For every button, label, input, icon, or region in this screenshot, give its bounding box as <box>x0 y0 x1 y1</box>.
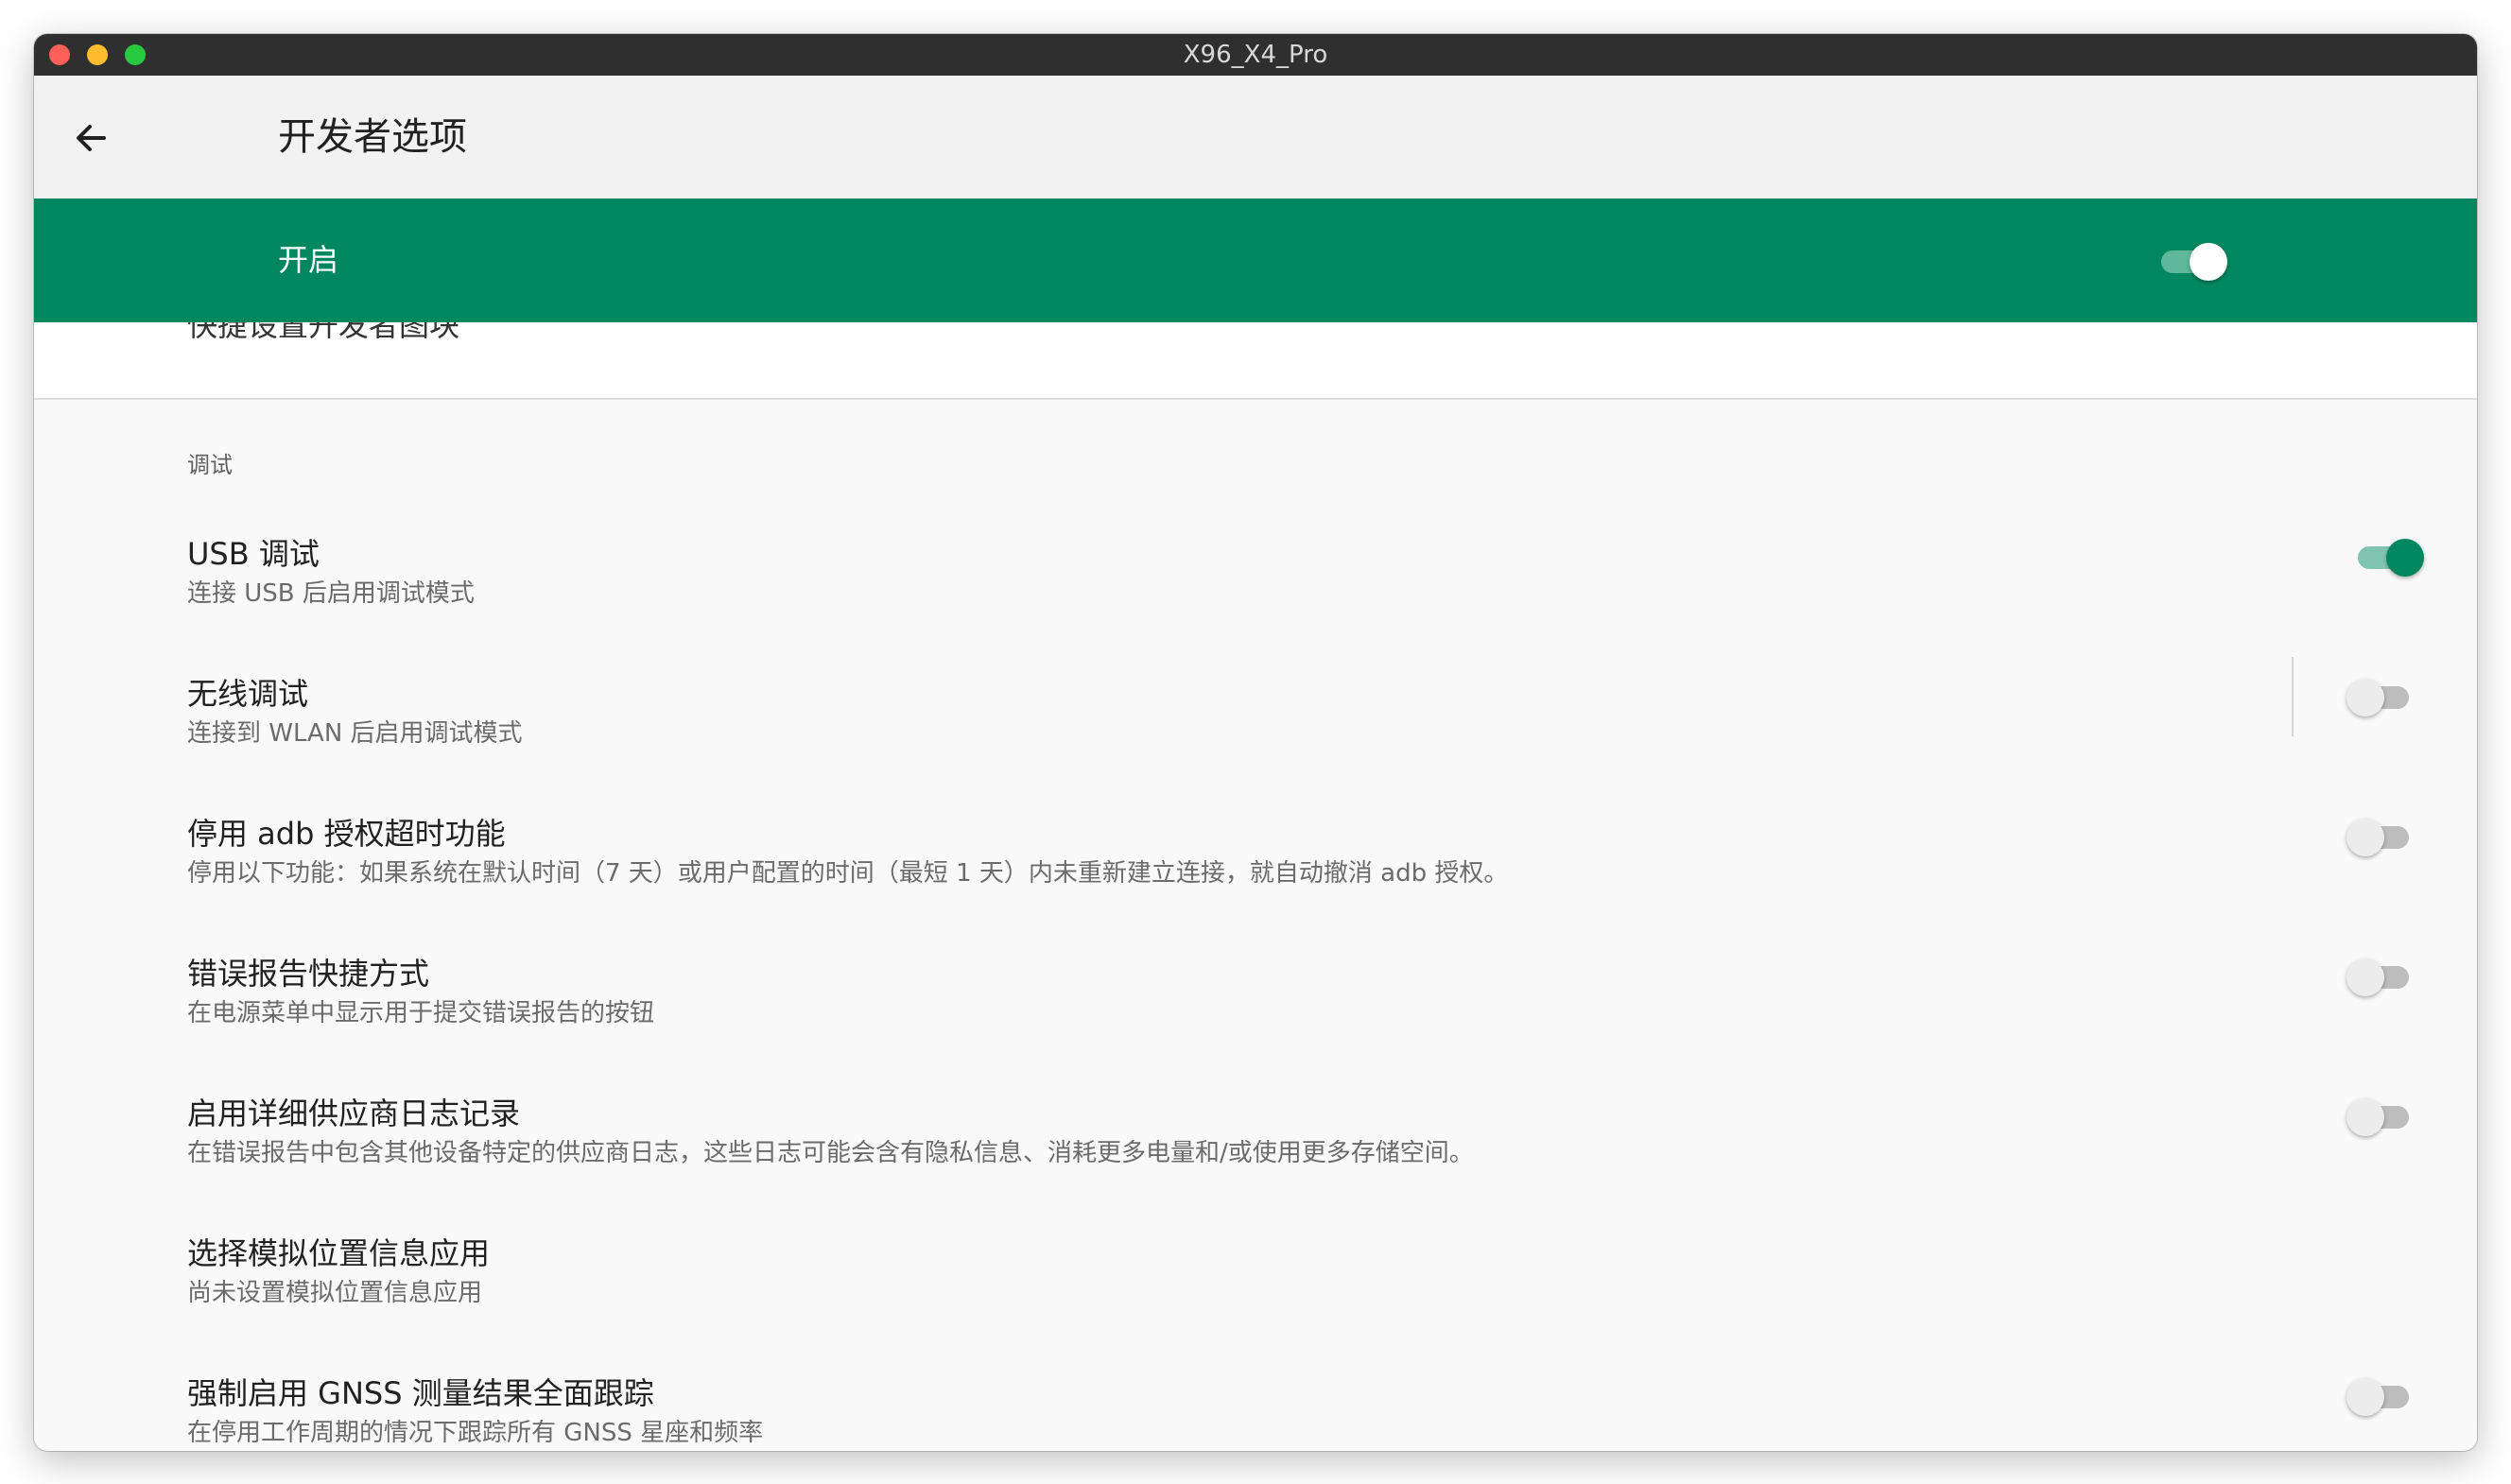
bug-report-shortcut-toggle[interactable] <box>2346 956 2415 997</box>
toggle-thumb <box>2346 819 2384 856</box>
setting-adb-auth-timeout[interactable]: 停用 adb 授权超时功能 停用以下功能：如果系统在默认时间（7 天）或用户配置… <box>34 801 2477 940</box>
wireless-debugging-toggle[interactable] <box>2346 676 2415 717</box>
setting-title: USB 调试 <box>187 536 320 572</box>
setting-title: 选择模拟位置信息应用 <box>187 1235 491 1271</box>
gnss-full-tracking-toggle[interactable] <box>2346 1375 2415 1417</box>
toggle-thumb <box>2190 243 2227 281</box>
section-header: 调试 <box>187 452 233 478</box>
toggle-thumb <box>2386 539 2424 577</box>
vendor-logging-toggle[interactable] <box>2346 1096 2415 1137</box>
setting-subtitle: 在错误报告中包含其他设备特定的供应商日志，这些日志可能会含有隐私信息、消耗更多电… <box>187 1139 1474 1167</box>
title-bar: X96_X4_Pro <box>34 34 2477 76</box>
toggle-thumb <box>2346 679 2384 716</box>
usb-debugging-toggle[interactable] <box>2356 536 2424 578</box>
toggle-thumb <box>2346 958 2384 996</box>
setting-title: 错误报告快捷方式 <box>187 956 430 992</box>
setting-title: 停用 adb 授权超时功能 <box>187 816 506 852</box>
partially-hidden-item[interactable]: 快捷设置开发者图块 <box>34 322 2477 400</box>
setting-usb-debugging[interactable]: USB 调试 连接 USB 后启用调试模式 <box>34 521 2477 661</box>
setting-subtitle: 连接到 WLAN 后启用调试模式 <box>187 719 523 748</box>
page-title: 开发者选项 <box>278 115 467 159</box>
setting-bug-report-shortcut[interactable]: 错误报告快捷方式 在电源菜单中显示用于提交错误报告的按钮 <box>34 940 2477 1080</box>
minimize-window-button[interactable] <box>87 44 108 65</box>
setting-mock-location-app[interactable]: 选择模拟位置信息应用 尚未设置模拟位置信息应用 <box>34 1220 2477 1360</box>
partially-hidden-item-title: 快捷设置开发者图块 <box>187 322 460 343</box>
master-switch-label: 开启 <box>278 242 339 278</box>
master-switch-bar[interactable]: 开启 <box>34 198 2477 322</box>
window-title: X96_X4_Pro <box>1183 41 1328 69</box>
back-button[interactable] <box>62 110 119 166</box>
master-toggle[interactable] <box>2159 240 2227 282</box>
setting-vendor-logging[interactable]: 启用详细供应商日志记录 在错误报告中包含其他设备特定的供应商日志，这些日志可能会… <box>34 1080 2477 1220</box>
setting-title: 无线调试 <box>187 676 309 712</box>
maximize-window-button[interactable] <box>125 44 146 65</box>
close-window-button[interactable] <box>49 44 70 65</box>
setting-subtitle: 尚未设置模拟位置信息应用 <box>187 1279 483 1307</box>
setting-subtitle: 停用以下功能：如果系统在默认时间（7 天）或用户配置的时间（最短 1 天）内未重… <box>187 859 1509 888</box>
setting-wireless-debugging[interactable]: 无线调试 连接到 WLAN 后启用调试模式 <box>34 657 2477 801</box>
app-bar: 开发者选项 <box>34 76 2477 198</box>
setting-gnss-full-tracking[interactable]: 强制启用 GNSS 测量结果全面跟踪 在停用工作周期的情况下跟踪所有 GNSS … <box>34 1360 2477 1451</box>
vertical-divider <box>2292 657 2294 736</box>
setting-subtitle: 在电源菜单中显示用于提交错误报告的按钮 <box>187 999 655 1027</box>
setting-subtitle: 连接 USB 后启用调试模式 <box>187 579 475 608</box>
toggle-thumb <box>2346 1098 2384 1136</box>
setting-title: 启用详细供应商日志记录 <box>187 1096 521 1131</box>
toggle-thumb <box>2346 1378 2384 1416</box>
adb-auth-timeout-toggle[interactable] <box>2346 816 2415 857</box>
app-window: X96_X4_Pro 开发者选项 开启 快捷设置开发者图块 调试 USB 调试 … <box>34 34 2477 1451</box>
setting-title: 强制启用 GNSS 测量结果全面跟踪 <box>187 1375 654 1411</box>
arrow-left-icon <box>77 125 106 151</box>
setting-subtitle: 在停用工作周期的情况下跟踪所有 GNSS 星座和频率 <box>187 1419 764 1447</box>
